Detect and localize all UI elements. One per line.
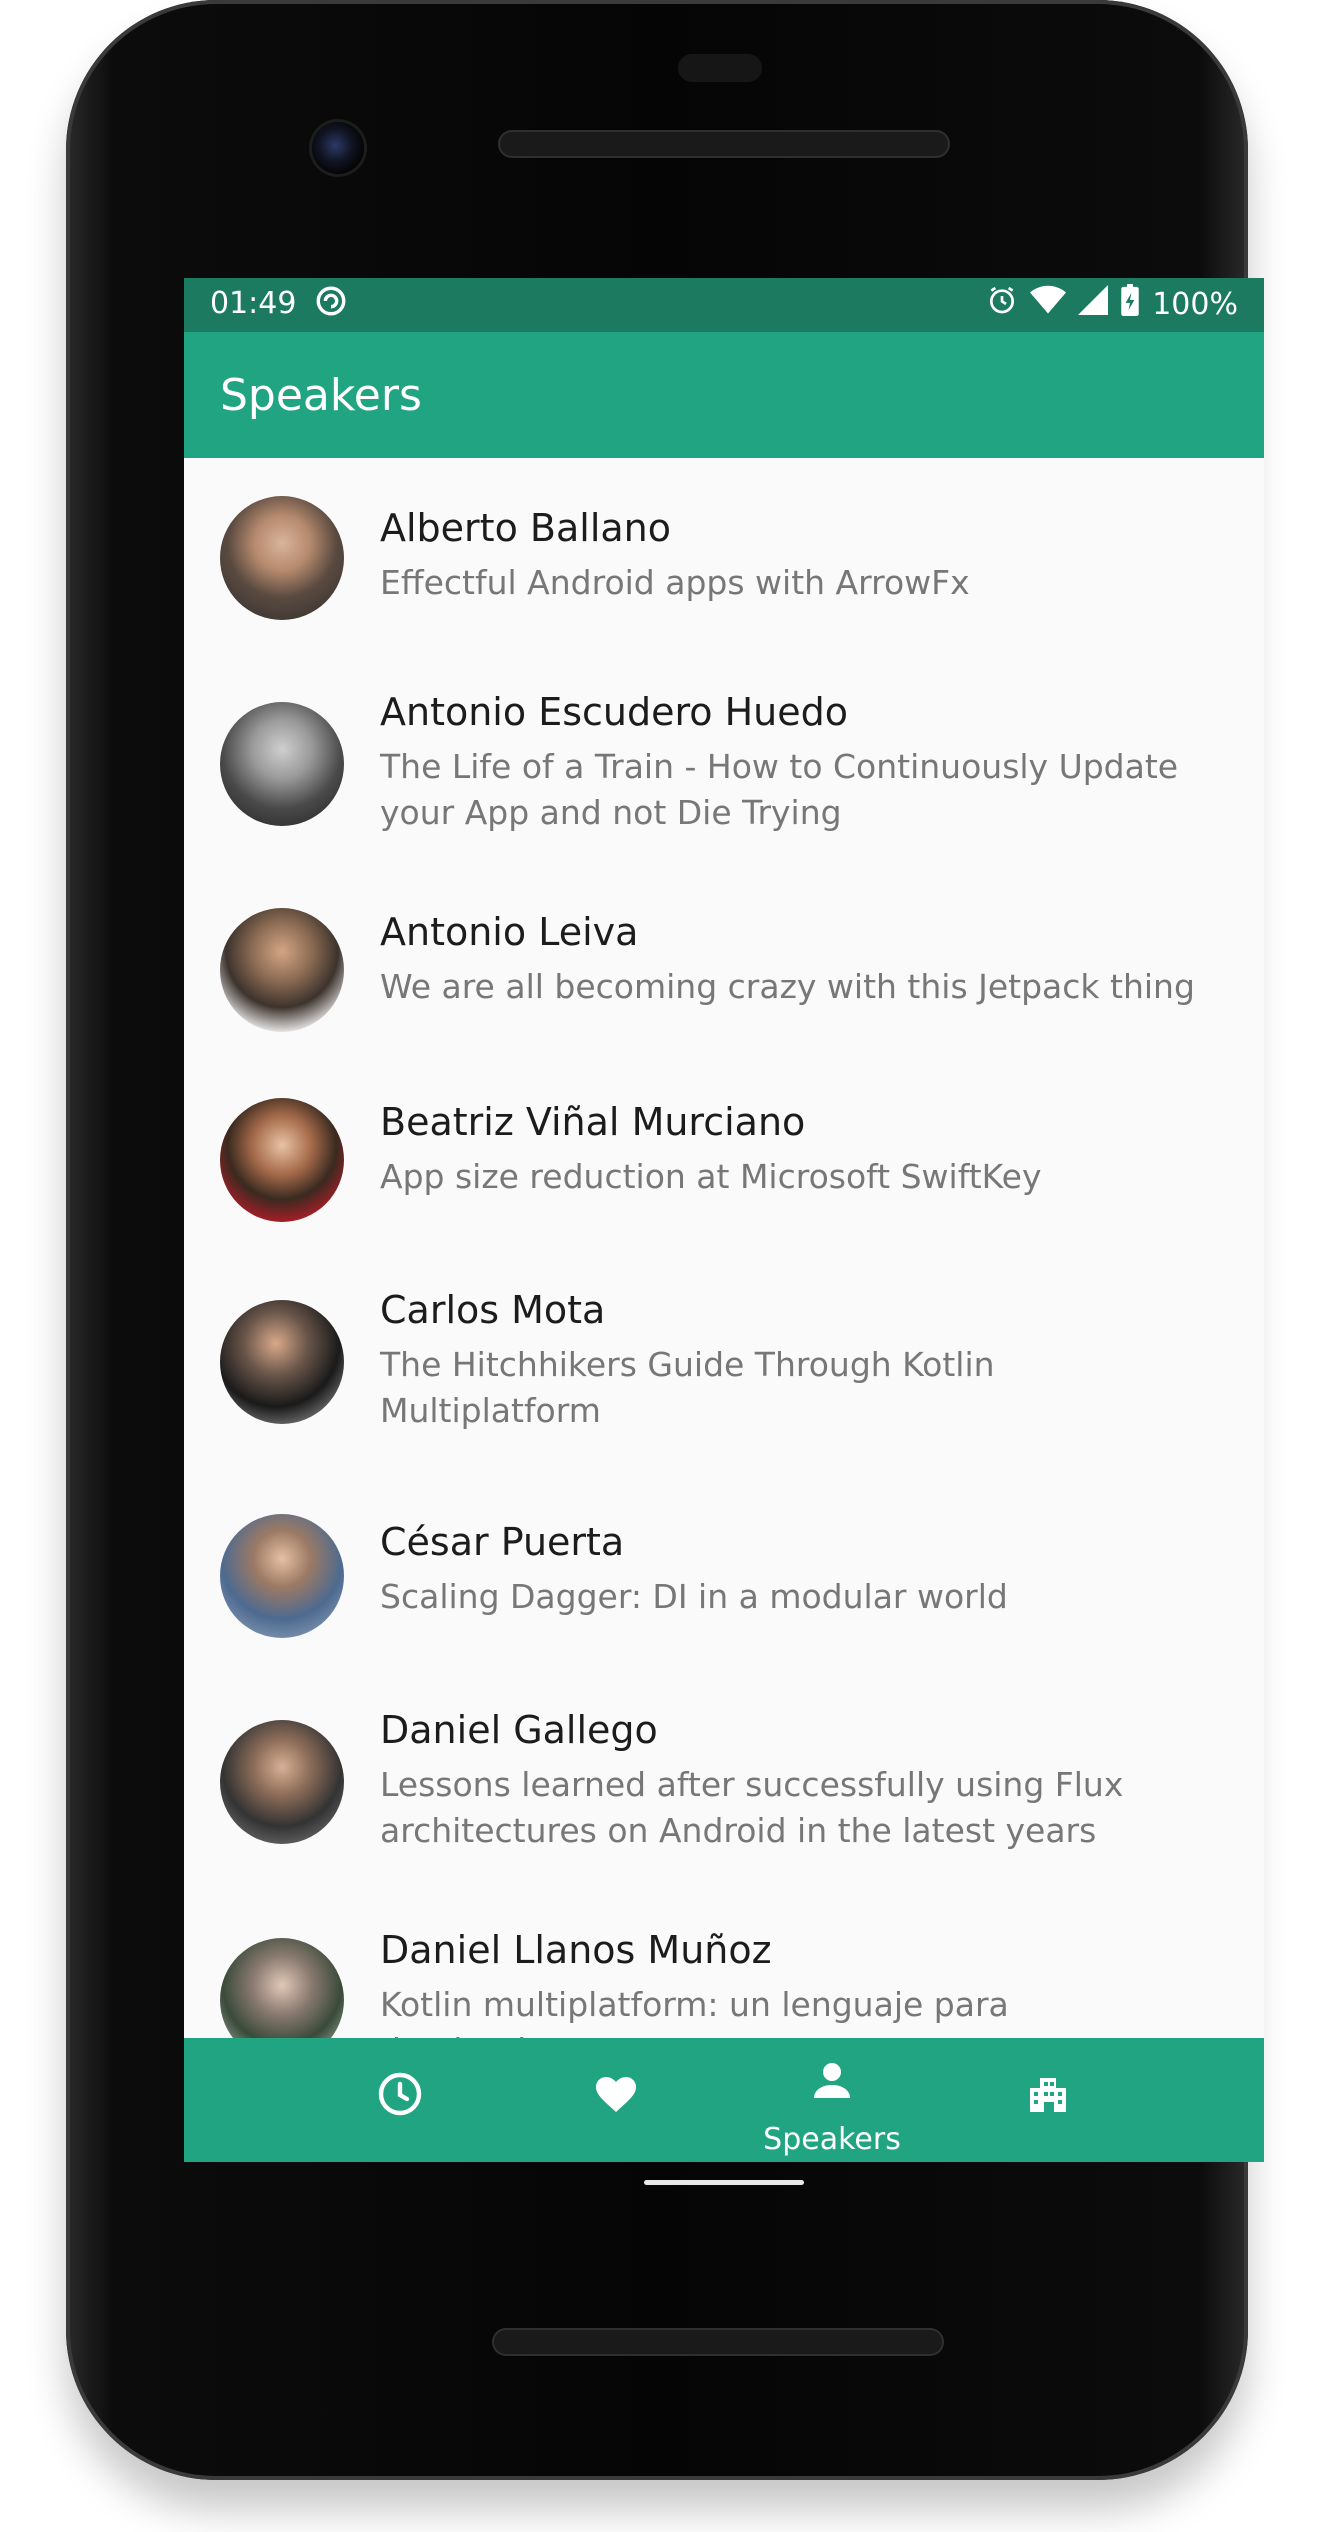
nav-favorites[interactable] [508,2038,724,2162]
wifi-icon [1030,284,1067,324]
talk-title: Effectful Android apps with ArrowFx [380,563,970,602]
talk-title: Kotlin multiplatform: un lenguaje para d… [380,1985,1009,2038]
phone-frame: 01:49 100% Speakers Alberto Ballano Effe… [66,0,1264,2480]
speaker-avatar [220,1300,344,1424]
nav-speakers[interactable]: Speakers [724,2038,940,2162]
signal-icon [1078,284,1109,324]
status-bar: 01:49 100% [184,278,1264,332]
talk-title: The Hitchhikers Guide Through Kotlin Mul… [380,1345,995,1430]
speaker-avatar [220,1720,344,1844]
speaker-name: Beatriz Viñal Murciano [380,1100,806,1144]
speaker-avatar [220,496,344,620]
speaker-name: Carlos Mota [380,1288,606,1332]
talk-title: Scaling Dagger: DI in a modular world [380,1577,1008,1616]
app-screen: 01:49 100% Speakers Alberto Ballano Effe… [184,278,1264,2162]
bottom-navigation: Speakers [184,2038,1264,2162]
battery-level: 100% [1152,286,1238,322]
page-title: Speakers [220,370,422,421]
speaker-name: César Puerta [380,1520,625,1564]
alarm-icon [986,284,1018,324]
speaker-avatar [220,908,344,1032]
nav-venue[interactable] [940,2038,1156,2162]
app-bar: Speakers [184,332,1264,458]
speaker-name: Daniel Llanos Muñoz [380,1928,772,1972]
front-camera [312,122,364,174]
home-indicator[interactable] [644,2180,804,2185]
nav-speakers-label: Speakers [763,2122,901,2157]
talk-title: We are all becoming crazy with this Jetp… [380,967,1195,1006]
speaker-item[interactable]: Antonio Escudero Huedo The Life of a Tra… [184,668,1264,888]
speaker-avatar [220,1938,344,2038]
speaker-avatar [220,702,344,826]
speaker-name: Antonio Escudero Huedo [380,690,849,734]
front-sensor [678,54,762,82]
speaker-name: Daniel Gallego [380,1708,658,1752]
speaker-item[interactable]: Alberto Ballano Effectful Android apps w… [184,458,1264,668]
speaker-item[interactable]: Daniel Gallego Lessons learned after suc… [184,1708,1264,1928]
speaker-item[interactable]: Daniel Llanos Muñoz Kotlin multiplatform… [184,1928,1264,2038]
sync-circle-icon [314,284,348,326]
speaker-item[interactable]: Carlos Mota The Hitchhikers Guide Throug… [184,1288,1264,1508]
speaker-name: Alberto Ballano [380,506,671,550]
bottom-speaker [492,2328,944,2356]
speaker-item[interactable]: Antonio Leiva We are all becoming crazy … [184,888,1264,1088]
talk-title: App size reduction at Microsoft SwiftKey [380,1157,1042,1196]
speaker-avatar [220,1098,344,1222]
talk-title: Lessons learned after successfully using… [380,1765,1124,1850]
status-time: 01:49 [210,286,297,321]
speaker-name: Antonio Leiva [380,910,639,954]
talk-title: The Life of a Train - How to Continuousl… [380,747,1179,832]
speaker-list[interactable]: Alberto Ballano Effectful Android apps w… [184,458,1264,2038]
speaker-item[interactable]: César Puerta Scaling Dagger: DI in a mod… [184,1508,1264,1708]
battery-charging-icon [1120,284,1140,324]
status-icons: 100% [986,284,1238,324]
earpiece-speaker [498,130,950,158]
nav-schedule[interactable] [292,2038,508,2162]
speaker-item[interactable]: Beatriz Viñal Murciano App size reductio… [184,1088,1264,1288]
speaker-avatar [220,1514,344,1638]
